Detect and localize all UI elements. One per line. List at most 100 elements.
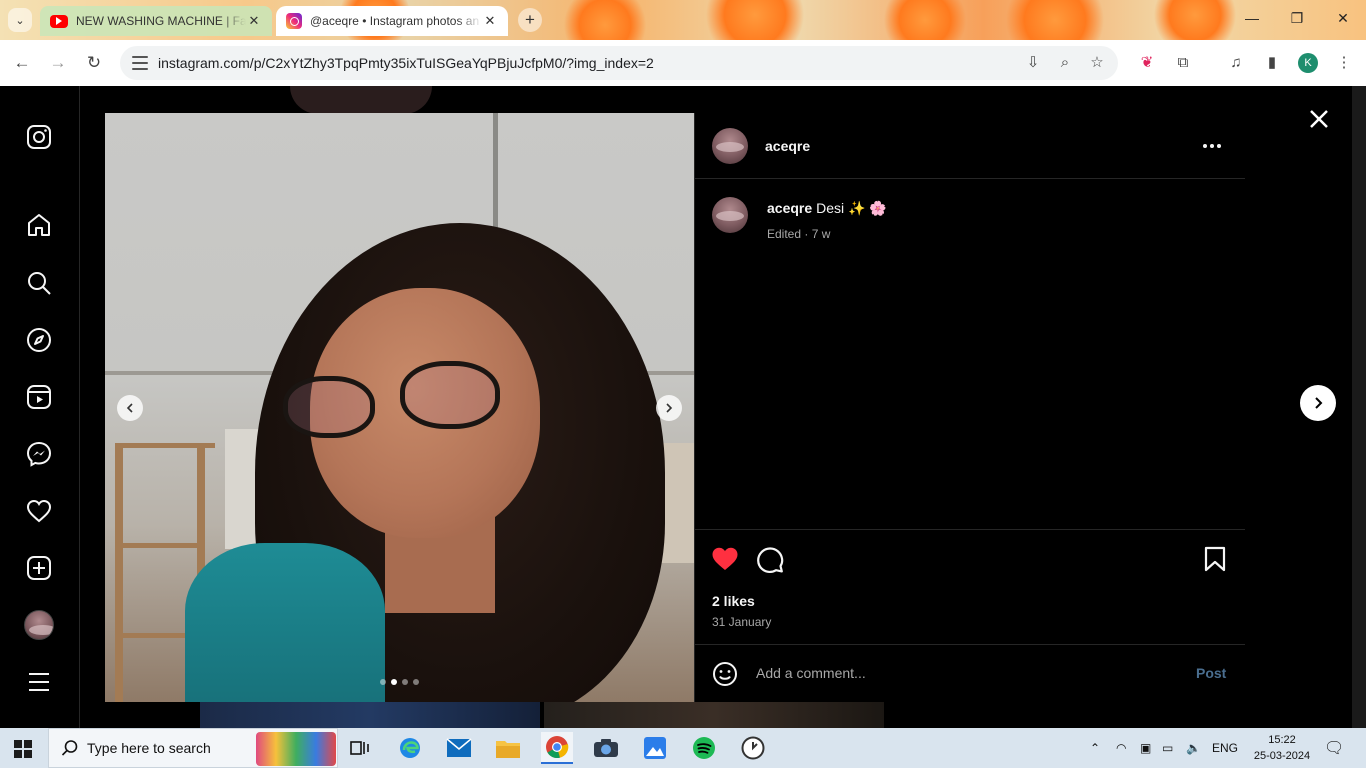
carousel-dot-active (391, 679, 397, 685)
windows-taskbar: Type here to search ⌃ ◠ ▣ ▭ 🔈 ENG 15:22 … (0, 728, 1366, 768)
spotify-icon[interactable] (688, 732, 720, 764)
create-post-icon[interactable] (26, 555, 52, 581)
carousel-prev-button[interactable] (117, 395, 143, 421)
clock-app-icon[interactable] (737, 732, 769, 764)
extensions-puzzle-icon[interactable]: ⧉ (1172, 52, 1194, 74)
profile-avatar[interactable] (24, 610, 54, 640)
chrome-menu-icon[interactable]: ⋮ (1333, 52, 1355, 74)
post-comment-button[interactable]: Post (1196, 665, 1226, 681)
meet-now-icon[interactable]: ▣ (1140, 728, 1151, 768)
post-options-icon[interactable] (1203, 144, 1221, 148)
background-grid-thumbnail (200, 702, 540, 728)
new-tab-button[interactable]: + (518, 8, 542, 32)
clock-time: 15:22 (1268, 734, 1296, 746)
author-avatar[interactable] (712, 128, 748, 164)
photos-icon[interactable] (639, 732, 671, 764)
image-background-pole (493, 113, 498, 243)
browser-toolbar: ← → ↻ instagram.com/p/C2xYtZhy3TpqPmty35… (0, 40, 1366, 86)
chevron-right-icon (666, 403, 673, 413)
caption-meta: Edited · 7 w (767, 227, 831, 241)
bookmark-star-icon[interactable]: ☆ (1086, 52, 1108, 74)
zoom-icon[interactable]: ⌕ (1054, 52, 1076, 74)
mail-icon[interactable] (443, 732, 475, 764)
next-post-button[interactable] (1300, 385, 1336, 421)
emoji-picker-icon[interactable] (712, 661, 738, 687)
author-username[interactable]: aceqre (765, 138, 810, 154)
explore-compass-icon[interactable] (26, 327, 52, 353)
forward-button[interactable]: → (47, 52, 69, 74)
camera-icon[interactable] (590, 732, 622, 764)
save-bookmark-icon[interactable] (1201, 545, 1229, 573)
chrome-icon[interactable] (541, 732, 573, 764)
comment-form: Post (695, 645, 1245, 702)
search-icon[interactable] (26, 270, 52, 296)
chevron-left-icon (126, 403, 133, 413)
comment-icon[interactable] (756, 545, 784, 573)
file-explorer-icon[interactable] (492, 732, 524, 764)
windows-start-icon[interactable] (14, 740, 32, 758)
restore-button[interactable]: ❐ (1285, 10, 1309, 30)
chevron-right-icon (1315, 397, 1323, 409)
image-ladder-rung (119, 543, 203, 548)
media-control-icon[interactable]: ♫ (1225, 52, 1247, 74)
like-heart-filled-icon[interactable] (711, 545, 739, 573)
background-profile-picture (290, 86, 432, 114)
reload-button[interactable]: ↻ (83, 52, 105, 74)
search-highlight-image[interactable] (256, 732, 336, 766)
taskbar-search-placeholder: Type here to search (87, 740, 211, 756)
notifications-heart-icon[interactable] (26, 498, 52, 524)
instagram-sidebar (0, 86, 80, 728)
tab-youtube[interactable]: NEW WASHING MACHINE | Fan ✕ (40, 6, 272, 36)
url-text[interactable]: instagram.com/p/C2xYtZhy3TpqPmty35ixTuIS… (158, 55, 1022, 71)
instagram-icon (286, 13, 302, 29)
image-ladder-rung (115, 443, 215, 448)
more-menu-icon[interactable] (26, 669, 52, 695)
taskbar-clock[interactable]: 15:22 25-03-2024 (1252, 732, 1312, 764)
carousel-dot (402, 679, 408, 685)
post-date: 31 January (712, 615, 772, 629)
carousel-dot (413, 679, 419, 685)
show-hidden-icons[interactable]: ⌃ (1090, 728, 1100, 768)
extension-feather-icon[interactable]: ❦ (1136, 52, 1158, 74)
minimize-button[interactable]: — (1240, 10, 1264, 30)
post-header: aceqre (695, 113, 1245, 179)
install-app-icon[interactable]: ⇩ (1022, 52, 1044, 74)
address-bar[interactable]: instagram.com/p/C2xYtZhy3TpqPmty35ixTuIS… (120, 46, 1118, 80)
instagram-page: aceqre aceqre Desi ✨ 🌸 Edited · 7 w 2 lik… (0, 86, 1366, 728)
image-glasses-lens (283, 376, 375, 438)
image-glasses-lens (400, 361, 500, 429)
home-icon[interactable] (26, 212, 52, 238)
battery-icon[interactable]: ▭ (1162, 728, 1173, 768)
language-indicator[interactable]: ENG (1212, 728, 1238, 768)
carousel-next-button[interactable] (656, 395, 682, 421)
edge-icon[interactable] (394, 732, 426, 764)
comment-input[interactable] (756, 657, 1176, 689)
post-image[interactable] (105, 113, 694, 702)
close-modal-icon[interactable] (1304, 104, 1334, 134)
reels-icon[interactable] (26, 384, 52, 410)
caption-text: Desi ✨ 🌸 (816, 200, 887, 216)
caption-avatar[interactable] (712, 197, 748, 233)
close-tab-icon[interactable]: ✕ (246, 13, 262, 29)
likes-count[interactable]: 2 likes (712, 593, 755, 609)
tab-instagram[interactable]: @aceqre • Instagram photos an ✕ (276, 6, 508, 36)
network-icon[interactable]: ◠ (1116, 728, 1126, 768)
tab-search-button[interactable]: ⌄ (8, 8, 32, 32)
messenger-icon[interactable] (26, 441, 52, 467)
page-scrollbar[interactable] (1352, 86, 1366, 728)
background-grid-thumbnail (544, 702, 884, 728)
profile-avatar-button[interactable]: K (1298, 53, 1318, 73)
notifications-icon[interactable]: 🗨 (1324, 728, 1344, 768)
site-info-icon[interactable] (132, 56, 148, 70)
volume-icon[interactable]: 🔈 (1186, 728, 1201, 768)
close-window-button[interactable]: ✕ (1331, 10, 1355, 30)
clock-date: 25-03-2024 (1253, 750, 1311, 762)
close-tab-icon[interactable]: ✕ (482, 13, 498, 29)
search-icon (61, 740, 78, 756)
back-button[interactable]: ← (11, 52, 33, 74)
tab-title: NEW WASHING MACHINE | Fan (76, 14, 246, 28)
task-view-icon[interactable] (344, 732, 376, 764)
caption-username[interactable]: aceqre (767, 200, 812, 216)
side-panel-icon[interactable]: ▮ (1261, 52, 1283, 74)
instagram-logo-icon[interactable] (26, 124, 52, 150)
